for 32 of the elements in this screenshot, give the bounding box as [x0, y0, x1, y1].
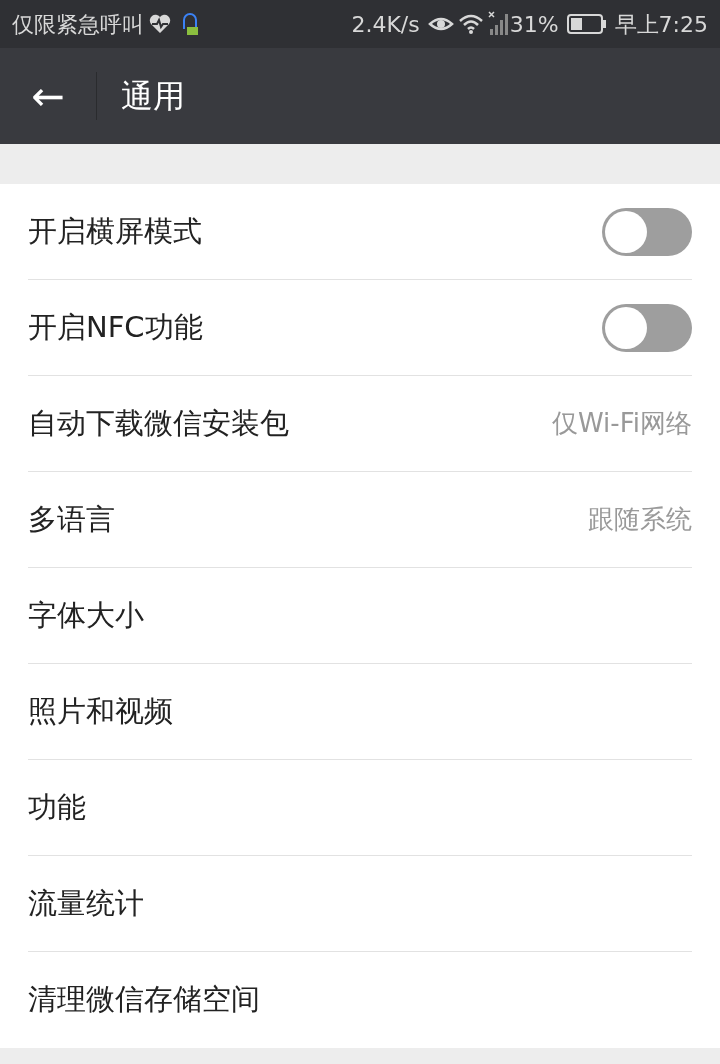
row-label: 开启横屏模式: [28, 212, 202, 250]
row-label: 功能: [28, 788, 86, 826]
back-button[interactable]: ←: [0, 48, 96, 144]
settings-row[interactable]: 开启横屏模式: [28, 184, 692, 280]
settings-row[interactable]: 字体大小: [28, 568, 692, 664]
carrier-text: 仅限紧急呼叫: [12, 10, 144, 39]
page-title: 通用: [121, 76, 185, 117]
row-label: 清理微信存储空间: [28, 981, 260, 1019]
row-label: 字体大小: [28, 596, 144, 634]
row-value: 跟随系统: [588, 503, 692, 536]
row-label: 多语言: [28, 500, 115, 538]
settings-row[interactable]: 自动下载微信安装包 仅Wi-Fi网络: [28, 376, 692, 472]
row-label: 流量统计: [28, 884, 144, 922]
row-label: 自动下载微信安装包: [28, 404, 289, 442]
network-speed-text: 2.4K/s: [351, 10, 420, 39]
battery-percent-text: 31%: [509, 10, 559, 39]
settings-row[interactable]: 多语言 跟随系统: [28, 472, 692, 568]
battery-icon: [566, 13, 607, 35]
heart-icon: [148, 13, 172, 35]
settings-row[interactable]: 开启NFC功能: [28, 280, 692, 376]
row-value: 仅Wi-Fi网络: [551, 407, 692, 440]
clock-text: 早上7:25: [614, 10, 708, 39]
settings-row[interactable]: 清理微信存储空间: [28, 952, 692, 1048]
toggle-switch[interactable]: [602, 303, 692, 352]
row-label: 照片和视频: [28, 692, 173, 730]
toggle-switch[interactable]: [602, 207, 692, 256]
settings-row[interactable]: 功能: [28, 760, 692, 856]
settings-row[interactable]: 流量统计: [28, 856, 692, 952]
wifi-icon: [457, 13, 484, 35]
row-label: 开启NFC功能: [28, 308, 203, 346]
settings-row[interactable]: 照片和视频: [28, 664, 692, 760]
signal-icon: [487, 11, 510, 37]
